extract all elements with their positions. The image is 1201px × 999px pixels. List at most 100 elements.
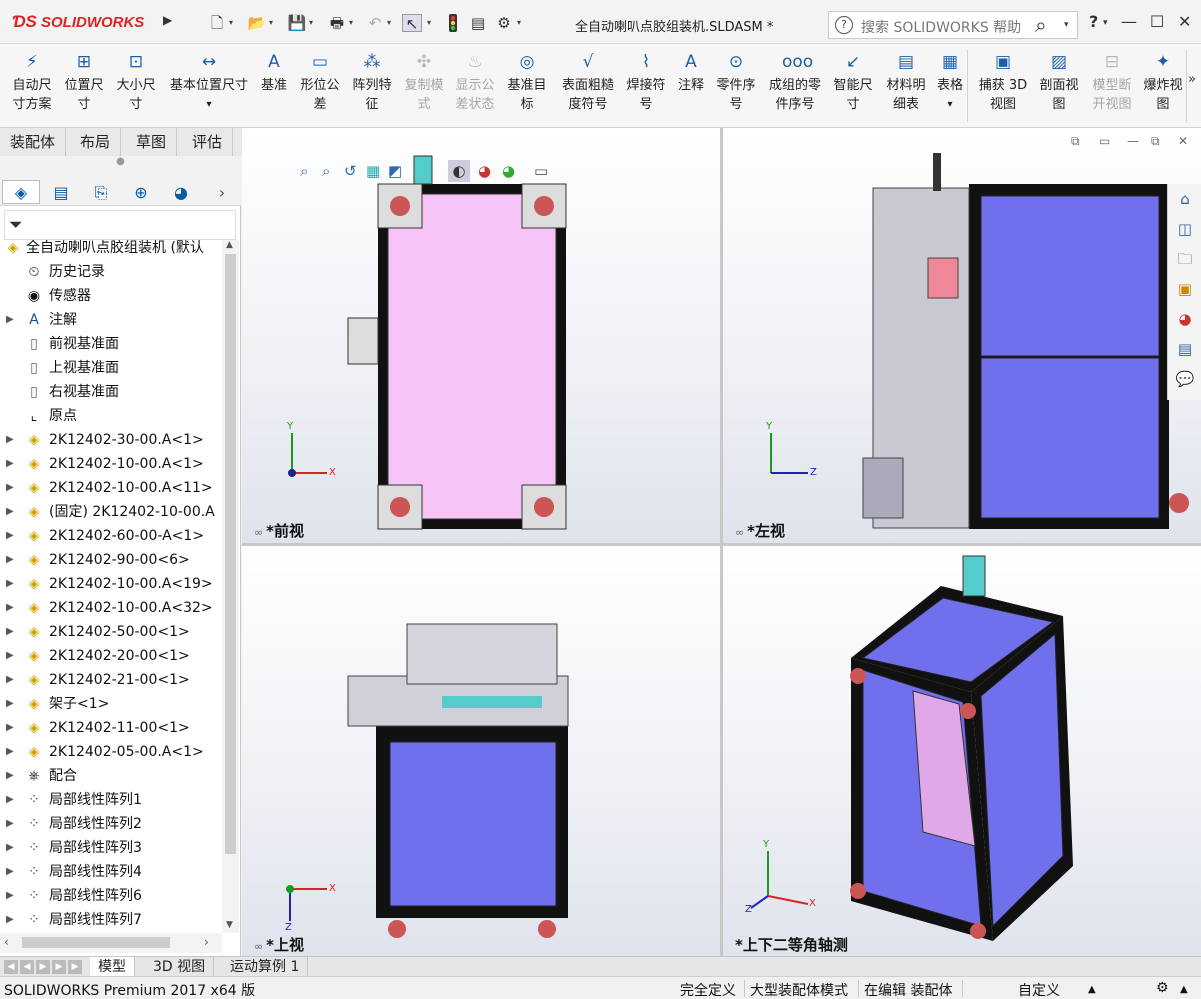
expand-arrow-icon[interactable]: ▶ xyxy=(6,764,14,788)
dropdown-icon[interactable]: ▾ xyxy=(165,95,253,114)
open-folder-icon[interactable]: 📂 xyxy=(247,14,267,32)
expand-arrow-icon[interactable]: ▶ xyxy=(6,572,14,596)
help-search-box[interactable]: ? 搜索 SOLIDWORKS 帮助 ⌕ ▾ xyxy=(828,11,1078,39)
scroll-thumb[interactable] xyxy=(225,254,236,854)
undo-icon[interactable]: ↶ xyxy=(365,14,385,32)
forum-icon[interactable]: 💬 xyxy=(1174,368,1196,390)
dropdown-icon[interactable]: ▾ xyxy=(933,95,967,114)
unit-dropdown-icon[interactable]: ▲ xyxy=(1088,984,1096,995)
display-manager-tab-icon[interactable]: ◕ xyxy=(162,180,200,204)
help-dropdown-icon[interactable]: ▾ xyxy=(1103,18,1108,28)
tab-3d-view[interactable]: 3D 视图 xyxy=(145,957,215,977)
expand-arrow-icon[interactable]: ▶ xyxy=(6,596,14,620)
file-properties-icon[interactable]: ▤ xyxy=(468,14,488,32)
expand-arrow-icon[interactable]: ▶ xyxy=(6,476,14,500)
status-dropdown-icon[interactable]: ▲ xyxy=(1180,984,1188,995)
feature-manager-tab-icon[interactable]: ◈ xyxy=(2,180,40,204)
command-weld-symbol-button[interactable]: ⌇ 焊接符号 xyxy=(622,50,670,114)
panel-tabs-more-icon[interactable]: › xyxy=(212,180,232,204)
scroll-left-icon[interactable]: ‹ xyxy=(4,935,9,949)
viewport-top[interactable]: X Z ∞ *上视 xyxy=(242,546,720,956)
select-dropdown-icon[interactable]: ▾ xyxy=(427,18,435,27)
solidworks-logo[interactable]: ƊS SOLIDWORKS xyxy=(12,12,144,34)
minimize-icon[interactable]: — xyxy=(1121,12,1137,31)
tab-1[interactable]: 装配体 xyxy=(0,128,67,156)
expand-arrow-icon[interactable]: ▶ xyxy=(6,668,14,692)
command-datum-button[interactable]: A 基准 xyxy=(258,50,290,95)
menu-expand-icon[interactable]: ▶ xyxy=(163,13,172,27)
maximize-icon[interactable]: ☐ xyxy=(1150,12,1164,31)
command-balloon-button[interactable]: ⊙ 零件序号 xyxy=(712,50,760,114)
command-model-break-view-button[interactable]: ⊟ 模型断 开视图 xyxy=(1088,50,1136,114)
options-gear-icon[interactable]: ⚙ xyxy=(494,14,514,32)
home-icon[interactable]: ⌂ xyxy=(1174,188,1196,210)
tab-3[interactable]: 草图 xyxy=(126,128,178,156)
configuration-manager-tab-icon[interactable]: ⎘ xyxy=(82,180,120,204)
print-dropdown-icon[interactable]: ▾ xyxy=(349,18,357,27)
unit-system[interactable]: 自定义 xyxy=(1018,980,1060,999)
expand-arrow-icon[interactable]: ▶ xyxy=(6,716,14,740)
expand-arrow-icon[interactable]: ▶ xyxy=(6,644,14,668)
tab-model[interactable]: 模型 xyxy=(90,957,135,977)
viewport-horizontal-splitter[interactable] xyxy=(242,543,1201,546)
expand-arrow-icon[interactable]: ▶ xyxy=(6,548,14,572)
view-palette-icon[interactable]: ▣ xyxy=(1174,278,1196,300)
toolbar-overflow-icon[interactable]: » xyxy=(1188,72,1196,87)
expand-arrow-icon[interactable]: ▶ xyxy=(6,524,14,548)
panel-grip[interactable]: ● xyxy=(0,156,241,178)
tab-motion-study[interactable]: 运动算例 1 xyxy=(222,957,309,977)
viewport-left[interactable]: ⧉ ▭ — ⧉ ✕ Y Z ∞ *左视 xyxy=(723,128,1201,543)
expand-arrow-icon[interactable]: ▶ xyxy=(6,500,14,524)
command-size-dimension-button[interactable]: ⊡ 大小尺寸 xyxy=(112,50,160,114)
command-auto-dimension-button[interactable]: ⚡ 自动尺 寸方案 xyxy=(8,50,56,114)
save-icon[interactable]: 💾 xyxy=(287,14,307,32)
first-tab-icon[interactable]: ◀ xyxy=(4,960,18,974)
custom-properties-icon[interactable]: ▤ xyxy=(1174,338,1196,360)
dimxpert-manager-tab-icon[interactable]: ⊕ xyxy=(122,180,160,204)
tree-vertical-scrollbar[interactable]: ▲ ▼ xyxy=(222,240,239,933)
command-pattern-feature-button[interactable]: ⁂ 阵列特征 xyxy=(348,50,396,114)
search-icon[interactable]: ⌕ xyxy=(1035,13,1047,38)
command-copy-scheme-button[interactable]: ✣ 复制模式 xyxy=(400,50,448,114)
command-explode-view-button[interactable]: ✦ 爆炸视图 xyxy=(1139,50,1187,114)
last-tab-icon[interactable]: ▶ xyxy=(52,960,66,974)
appearances-icon[interactable]: ◕ xyxy=(1174,308,1196,330)
command-bom-button[interactable]: ▤ 材料明 细表 xyxy=(882,50,930,114)
expand-arrow-icon[interactable]: ▶ xyxy=(6,692,14,716)
next-tab-icon[interactable]: ▶ xyxy=(36,960,50,974)
expand-arrow-icon[interactable]: ▶ xyxy=(6,740,14,764)
command-capture-3d-view-button[interactable]: ▣ 捕获 3D 视图 xyxy=(975,50,1031,114)
command-section-view-button[interactable]: ▨ 剖面视图 xyxy=(1035,50,1083,114)
expand-arrow-icon[interactable]: ▶ xyxy=(6,452,14,476)
expand-arrow-icon[interactable]: ▶ xyxy=(6,620,14,644)
rebuild-traffic-light-icon[interactable] xyxy=(443,14,463,32)
prev-tab-icon[interactable]: ◀ xyxy=(20,960,34,974)
scroll-right-icon[interactable]: › xyxy=(204,935,209,949)
command-basic-location-dimension-button[interactable]: ↔ 基本位置尺寸 ▾ xyxy=(165,50,253,114)
command-show-tolerance-status-button[interactable]: ♨ 显示公 差状态 xyxy=(451,50,499,114)
new-dropdown-icon[interactable]: ▾ xyxy=(229,18,237,27)
tree-filter-icon[interactable]: ⏷ xyxy=(4,210,236,240)
command-datum-target-button[interactable]: ◎ 基准目标 xyxy=(503,50,551,114)
command-stacked-balloon-button[interactable]: ooo 成组的零 件序号 xyxy=(763,50,827,114)
expand-arrow-icon[interactable]: ▶ xyxy=(6,836,14,860)
command-table-button[interactable]: ▦ 表格 ▾ xyxy=(933,50,967,114)
expand-arrow-icon[interactable]: ▶ xyxy=(6,908,14,932)
file-explorer-icon[interactable]: 🗀 xyxy=(1174,248,1196,270)
expand-arrow-icon[interactable]: ▶ xyxy=(6,308,14,332)
hscroll-thumb[interactable] xyxy=(22,937,170,948)
expand-arrow-icon[interactable]: ▶ xyxy=(6,884,14,908)
open-dropdown-icon[interactable]: ▾ xyxy=(269,18,277,27)
close-icon[interactable]: ✕ xyxy=(1178,12,1191,31)
scroll-up-icon[interactable]: ▲ xyxy=(226,240,233,250)
print-icon[interactable]: 🖶 xyxy=(327,14,347,32)
tab-4[interactable]: 评估 xyxy=(182,128,234,156)
command-note-button[interactable]: A 注释 xyxy=(673,50,709,95)
expand-arrow-icon[interactable]: ▶ xyxy=(6,860,14,884)
tab-scroll-icon[interactable]: ▶ xyxy=(68,960,82,974)
viewport-isometric[interactable]: Y X Z *上下二等角轴测 xyxy=(723,546,1201,956)
search-dropdown-icon[interactable]: ▾ xyxy=(1064,20,1069,30)
undo-dropdown-icon[interactable]: ▾ xyxy=(387,18,395,27)
select-pointer-icon[interactable]: ↖ xyxy=(402,14,422,33)
tab-2[interactable]: 布局 xyxy=(70,128,122,156)
